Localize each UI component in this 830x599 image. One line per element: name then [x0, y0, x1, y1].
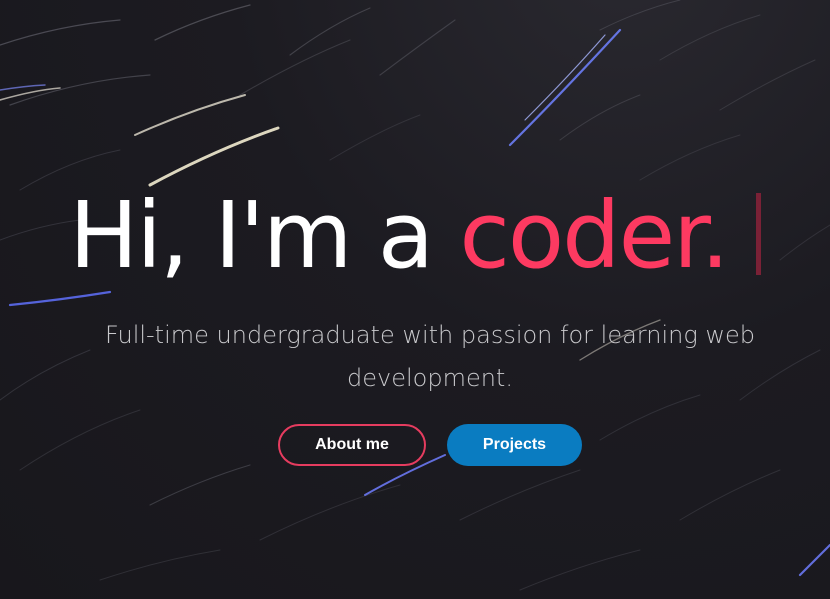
typing-cursor: [755, 193, 761, 275]
hero-subtitle: Full-time undergraduate with passion for…: [104, 321, 755, 392]
hero-headline: Hi, I'm a coder.: [0, 176, 830, 296]
headline-accent-word: coder.: [459, 182, 729, 289]
hero-section: Hi, I'm a coder. Full-time undergraduate…: [0, 0, 830, 599]
star-trail-background: [0, 0, 830, 591]
projects-button[interactable]: Projects: [447, 424, 582, 466]
headline-prefix: Hi, I'm a: [69, 182, 460, 289]
about-me-button[interactable]: About me: [278, 424, 426, 466]
